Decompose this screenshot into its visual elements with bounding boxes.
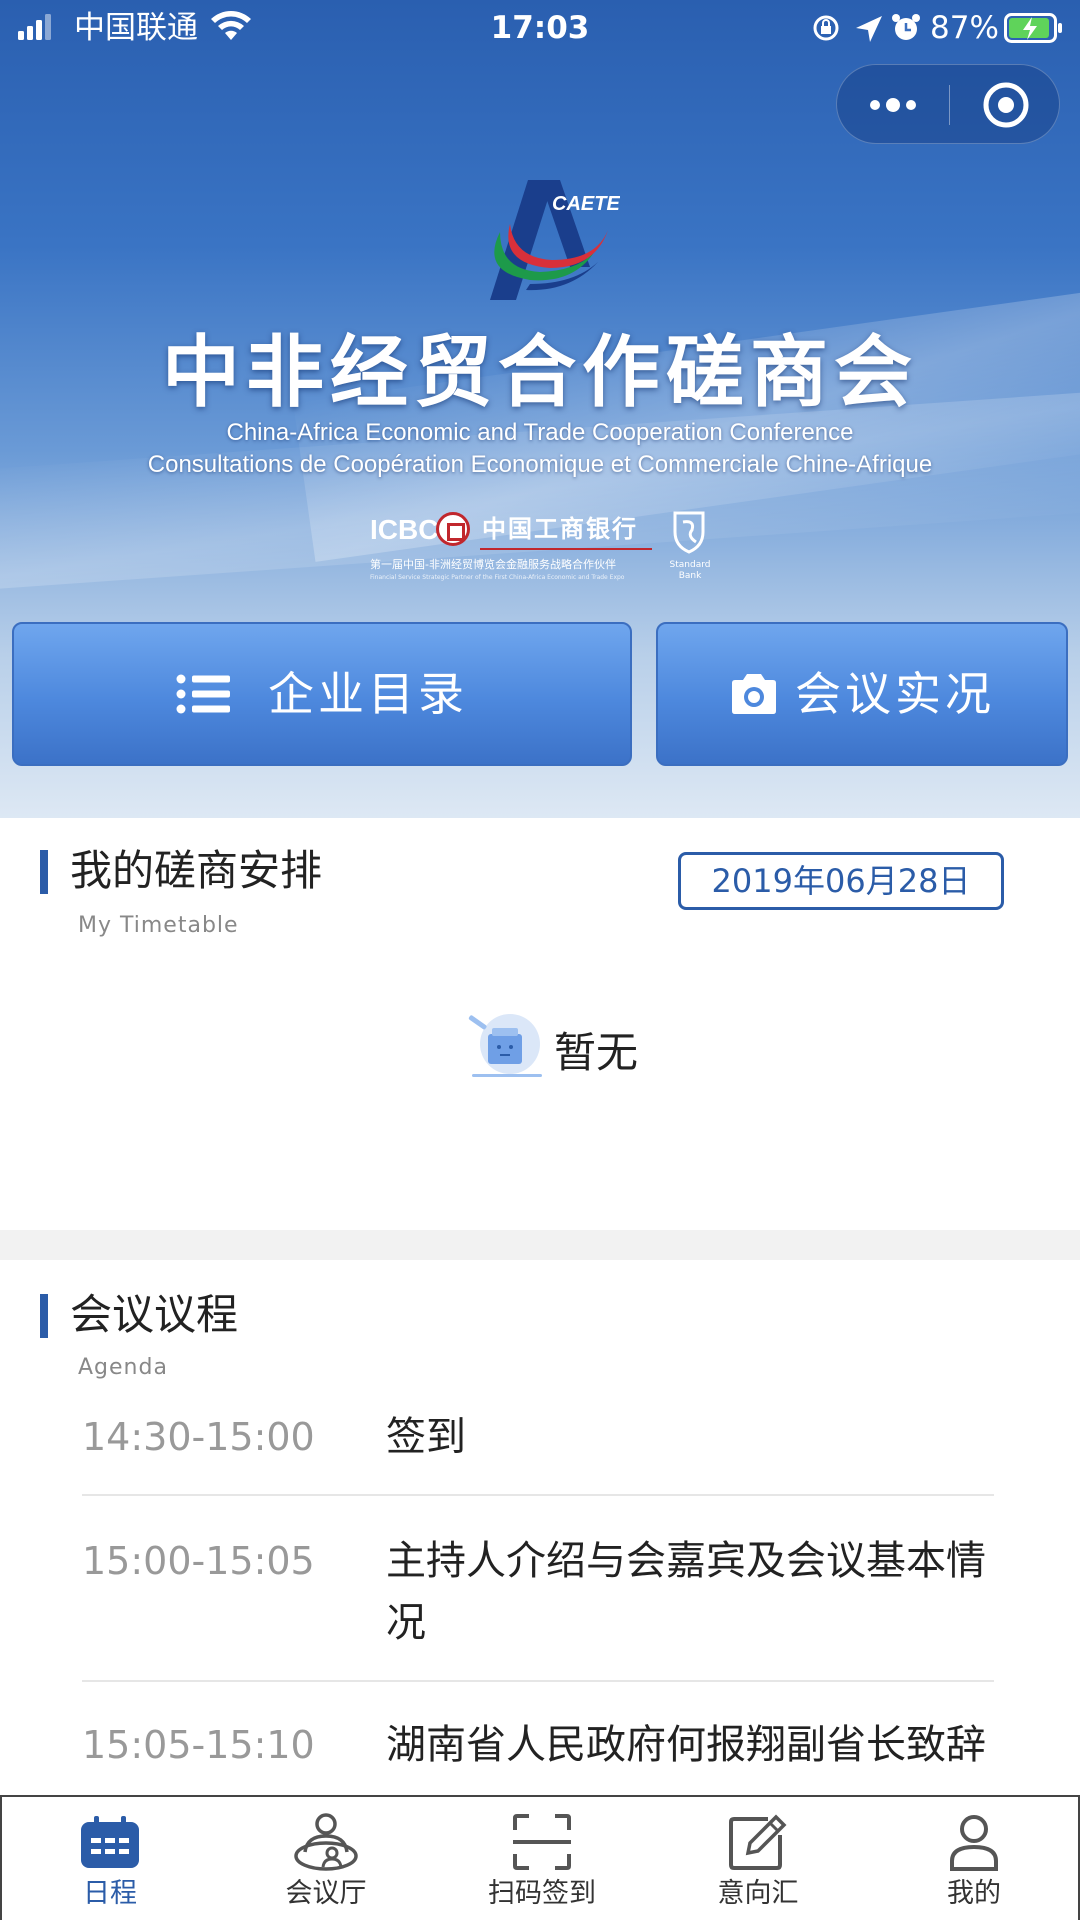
rotation-lock-icon — [813, 15, 839, 41]
svg-text:CAETE: CAETE — [552, 193, 620, 215]
section-accent-bar — [40, 850, 48, 894]
tab-label: 意向汇 — [717, 1878, 799, 1909]
alarm-icon — [892, 14, 920, 40]
timetable-subtitle: My Timetable — [78, 913, 239, 938]
conference-title-en: China-Africa Economic and Trade Cooperat… — [226, 419, 854, 446]
empty-box-icon — [468, 1014, 542, 1077]
tab-label: 会议厅 — [285, 1878, 367, 1909]
banner: 中国联通 17:03 87% CAETE 中非经贸合作磋商会 China-Afr… — [0, 0, 1080, 818]
battery-percentage: 87% — [930, 10, 999, 46]
agenda-time: 15:00-15:05 — [82, 1539, 315, 1583]
list-icon — [176, 674, 230, 714]
agenda-title: 会议议程 — [70, 1290, 239, 1339]
icbc-seal-icon — [436, 512, 470, 546]
agenda-description: 湖南省人民政府何报翔副省长致辞 — [386, 1722, 986, 1768]
camera-icon — [729, 673, 779, 715]
tab-intention[interactable]: 意向汇 — [650, 1797, 866, 1920]
tab-label: 日程 — [83, 1878, 137, 1909]
meeting-hall-icon — [218, 1809, 434, 1875]
icbc-bank-name: 中国工商银行 — [482, 515, 638, 543]
standard-bank-label: Standard Bank — [669, 560, 711, 581]
more-icon — [870, 98, 916, 112]
sponsor-partner-cn: 第一届中国-非洲经贸博览会金融服务战略合作伙伴 — [370, 558, 616, 571]
agenda-item: 15:00-15:05 主持人介绍与会嘉宾及会议基本情况 — [82, 1530, 994, 1682]
status-bar: 中国联通 17:03 87% — [0, 0, 1080, 56]
sponsor-icbc: ICBC 中国工商银行 第一届中国-非洲经贸博览会金融服务战略合作伙伴 Fina… — [370, 508, 710, 588]
calendar-icon — [2, 1809, 218, 1875]
scan-icon — [434, 1809, 650, 1875]
sponsor-underline — [480, 548, 652, 550]
conference-title-cn: 中非经贸合作磋商会 — [161, 328, 918, 418]
caete-logo: CAETE — [490, 180, 620, 300]
agenda-item: 15:05-15:10 湖南省人民政府何报翔副省长致辞 — [82, 1714, 994, 1795]
agenda-time: 15:05-15:10 — [82, 1723, 315, 1767]
edit-icon — [650, 1809, 866, 1875]
tab-label: 我的 — [947, 1878, 1001, 1909]
more-button[interactable] — [837, 65, 949, 145]
tab-meeting-hall[interactable]: 会议厅 — [218, 1797, 434, 1920]
conference-live-label: 会议实况 — [795, 667, 995, 721]
user-icon — [866, 1809, 1080, 1875]
agenda-description: 签到 — [386, 1414, 466, 1460]
status-icons — [813, 14, 920, 42]
company-directory-label: 企业目录 — [268, 667, 468, 721]
date-picker[interactable]: 2019年06月28日 — [678, 852, 1004, 910]
close-mini-program-button[interactable] — [950, 65, 1061, 145]
my-timetable-section: 我的磋商安排 My Timetable 2019年06月28日 暂无 — [0, 818, 1080, 1230]
conference-live-button[interactable]: 会议实况 — [656, 622, 1068, 766]
standard-bank-shield-icon — [673, 511, 705, 554]
timetable-title: 我的磋商安排 — [70, 846, 323, 895]
location-icon — [856, 16, 882, 42]
agenda-description: 主持人介绍与会嘉宾及会议基本情况 — [386, 1538, 986, 1646]
sponsor-partner-en: Financial Service Strategic Partner of t… — [370, 574, 625, 581]
conference-title-fr: Consultations de Coopération Economique … — [147, 451, 933, 478]
agenda-item: 14:30-15:00 签到 — [82, 1406, 994, 1496]
bottom-tab-bar: 日程 会议厅 扫码签到 意向汇 我的 — [0, 1795, 1080, 1920]
battery-icon — [1004, 13, 1062, 43]
company-directory-button[interactable]: 企业目录 — [12, 622, 632, 766]
agenda-subtitle: Agenda — [78, 1355, 168, 1380]
section-accent-bar — [40, 1294, 48, 1338]
standard-bank-logo: Standard Bank — [668, 510, 712, 586]
agenda-section: 会议议程 Agenda 14:30-15:00 签到 15:00-15:05 主… — [0, 1260, 1080, 1795]
tab-label: 扫码签到 — [488, 1878, 596, 1909]
empty-text: 暂无 — [554, 1028, 639, 1077]
tab-scan-checkin[interactable]: 扫码签到 — [434, 1797, 650, 1920]
icbc-wordmark: ICBC — [370, 514, 439, 545]
tab-schedule[interactable]: 日程 — [2, 1797, 218, 1920]
tab-mine[interactable]: 我的 — [866, 1797, 1080, 1920]
agenda-time: 14:30-15:00 — [82, 1415, 315, 1459]
mini-program-capsule — [836, 64, 1060, 144]
target-close-icon — [983, 82, 1028, 128]
empty-state: 暂无 — [462, 1014, 662, 1094]
